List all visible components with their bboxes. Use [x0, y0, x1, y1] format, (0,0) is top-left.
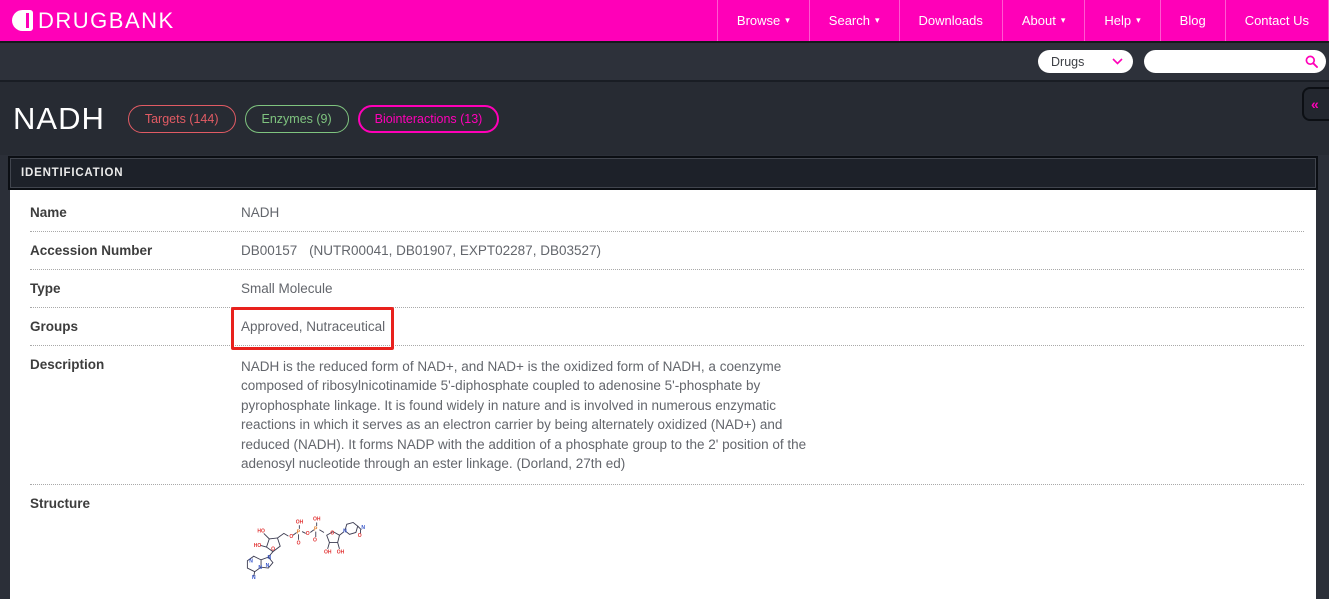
svg-text:N: N [258, 565, 262, 571]
search-band: Drugs [0, 43, 1329, 82]
svg-text:OH: OH [296, 520, 304, 526]
svg-text:O: O [306, 532, 310, 538]
accession-primary: DB00157 [241, 243, 297, 258]
table-row-structure: Structure [30, 485, 1304, 591]
field-value: Approved, Nutraceutical [241, 319, 385, 334]
groups-value: Approved, Nutraceutical [241, 319, 385, 334]
field-value: DB00157 (NUTR00041, DB01907, EXPT02287, … [241, 243, 601, 258]
field-value: NADH [241, 205, 279, 220]
svg-text:P: P [314, 527, 318, 533]
nav-item-downloads[interactable]: Downloads [899, 0, 1002, 41]
top-navbar: DRUGBANK Browse ▾ Search ▾ Downloads Abo… [0, 0, 1329, 43]
search-category-select[interactable]: Drugs [1038, 50, 1133, 73]
field-label: Structure [30, 496, 241, 580]
search-box [1144, 50, 1326, 73]
collapse-sidebar-button[interactable]: « [1302, 87, 1329, 121]
nav-item-label: Blog [1180, 13, 1206, 28]
nav-item-label: Downloads [919, 13, 983, 28]
main-nav: Browse ▾ Search ▾ Downloads About ▾ Help… [717, 0, 1329, 41]
drugbank-logo-text: DRUGBANK [38, 8, 175, 34]
field-value: NADH is the reduced form of NAD+, and NA… [241, 357, 819, 473]
nav-item-blog[interactable]: Blog [1160, 0, 1225, 41]
nav-item-label: Help [1104, 13, 1131, 28]
nav-item-label: About [1022, 13, 1056, 28]
identification-section-header: IDENTIFICATION [10, 158, 1316, 188]
svg-text:HO: HO [254, 544, 262, 550]
table-row-groups: Groups Approved, Nutraceutical [30, 308, 1304, 346]
search-category-value: Drugs [1051, 55, 1084, 69]
svg-text:OH: OH [313, 517, 321, 523]
svg-text:OH: OH [324, 550, 332, 556]
caret-down-icon: ▾ [1136, 15, 1141, 26]
nav-item-label: Contact Us [1245, 13, 1309, 28]
svg-text:N: N [267, 555, 271, 561]
nav-item-label: Search [829, 13, 870, 28]
svg-text:N: N [252, 575, 256, 580]
svg-text:N: N [249, 559, 253, 565]
field-label: Description [30, 357, 241, 473]
nav-item-label: Browse [737, 13, 780, 28]
svg-text:O: O [358, 533, 362, 539]
svg-text:P: P [297, 530, 301, 536]
drugbank-logo-icon [12, 10, 33, 31]
field-label: Name [30, 205, 241, 220]
nav-item-help[interactable]: Help ▾ [1084, 0, 1159, 41]
field-value: Small Molecule [241, 281, 333, 296]
svg-text:O: O [297, 541, 301, 547]
nav-item-contact-us[interactable]: Contact Us [1225, 0, 1329, 41]
drug-title-band: NADH Targets (144) Enzymes (9) Biointera… [0, 82, 1329, 155]
field-value: N N N N N O HO HO O P O OH O P O OH O [241, 496, 365, 580]
targets-pill[interactable]: Targets (144) [128, 105, 236, 133]
search-input[interactable] [1156, 55, 1305, 69]
svg-text:N: N [266, 564, 270, 570]
field-label: Type [30, 281, 241, 296]
identification-panel: Name NADH Accession Number DB00157 (NUTR… [10, 190, 1316, 599]
molecule-structure-image[interactable]: N N N N N O HO HO O P O OH O P O OH O [241, 516, 365, 580]
svg-text:N: N [343, 529, 347, 535]
nav-item-search[interactable]: Search ▾ [809, 0, 899, 41]
svg-text:N: N [361, 525, 365, 531]
table-row-name: Name NADH [30, 194, 1304, 232]
field-label: Groups [30, 319, 241, 334]
summary-pills: Targets (144) Enzymes (9) Biointeraction… [128, 105, 500, 133]
caret-down-icon: ▾ [875, 15, 880, 26]
svg-text:O: O [330, 531, 334, 537]
accession-secondary: (NUTR00041, DB01907, EXPT02287, DB03527) [309, 243, 601, 258]
table-row-accession: Accession Number DB00157 (NUTR00041, DB0… [30, 232, 1304, 270]
svg-text:OH: OH [337, 550, 345, 556]
caret-down-icon: ▾ [1061, 15, 1066, 26]
svg-text:O: O [271, 547, 275, 553]
drugbank-logo[interactable]: DRUGBANK [12, 8, 175, 34]
field-label: Accession Number [30, 243, 241, 258]
enzymes-pill[interactable]: Enzymes (9) [245, 105, 349, 133]
svg-text:HO: HO [257, 529, 265, 535]
page-title: NADH [13, 101, 105, 137]
table-row-description: Description NADH is the reduced form of … [30, 346, 1304, 485]
search-icon[interactable] [1305, 55, 1318, 68]
svg-text:O: O [313, 538, 317, 544]
table-row-type: Type Small Molecule [30, 270, 1304, 308]
double-chevron-left-icon: « [1311, 96, 1319, 112]
nav-item-about[interactable]: About ▾ [1002, 0, 1085, 41]
biointeractions-pill[interactable]: Biointeractions (13) [358, 105, 500, 133]
svg-text:O: O [289, 534, 293, 540]
chevron-down-icon [1112, 58, 1123, 65]
nav-item-browse[interactable]: Browse ▾ [717, 0, 809, 41]
caret-down-icon: ▾ [785, 15, 790, 26]
section-title: IDENTIFICATION [21, 167, 123, 179]
